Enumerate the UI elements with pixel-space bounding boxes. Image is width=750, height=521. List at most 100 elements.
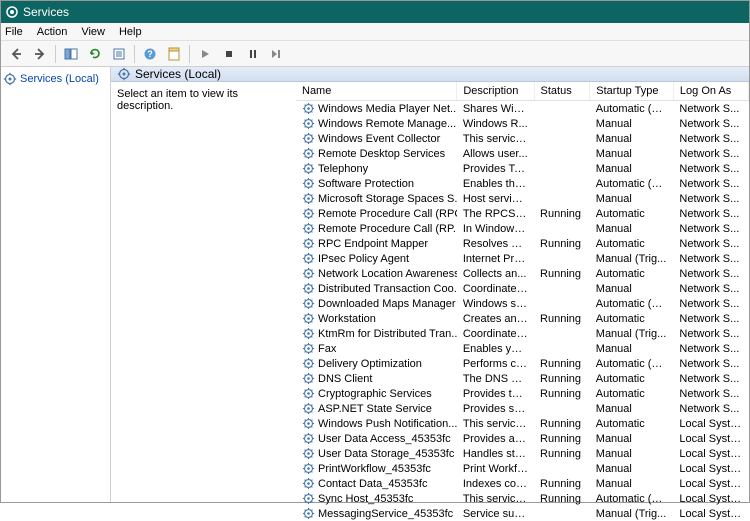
table-row[interactable]: Windows Media Player Net...Shares Win...… [296,101,749,117]
titlebar: Services [1,1,749,23]
menubar: File Action View Help [1,23,749,41]
cell-status: Running [534,206,590,221]
table-row[interactable]: Delivery OptimizationPerforms co...Runni… [296,356,749,371]
cell-status: Running [534,431,590,446]
menu-file[interactable]: File [5,26,23,38]
table-row[interactable]: Windows Push Notification...This service… [296,416,749,431]
service-name: RPC Endpoint Mapper [318,238,428,250]
cell-status [534,326,590,341]
cell-description: Performs co... [457,356,534,371]
table-row[interactable]: Sync Host_45353fcThis service ...Running… [296,491,749,506]
column-status[interactable]: Status [534,82,590,101]
start-service-button[interactable] [194,43,216,65]
table-row[interactable]: Contact Data_45353fcIndexes con...Runnin… [296,476,749,491]
cell-startup: Automatic (D... [590,176,674,191]
table-row[interactable]: RPC Endpoint MapperResolves RP...Running… [296,236,749,251]
table-row[interactable]: Windows Event CollectorThis service ...M… [296,131,749,146]
table-row[interactable]: TelephonyProvides Tel...ManualNetwork S.… [296,161,749,176]
stop-service-button[interactable] [218,43,240,65]
column-startup[interactable]: Startup Type [590,82,674,101]
service-table: Name Description Status Startup Type Log… [296,82,749,521]
cell-startup: Manual [590,161,674,176]
gear-icon [302,312,315,325]
cell-description: Internet Pro... [457,251,534,266]
table-row[interactable]: Network Location AwarenessCollects an...… [296,266,749,281]
table-row[interactable]: Distributed Transaction Coo...Coordinate… [296,281,749,296]
table-row[interactable]: Remote Desktop ServicesAllows user...Man… [296,146,749,161]
cell-logon: Network S... [673,116,748,131]
cell-description: Print Workfl... [457,461,534,476]
cell-description: This service ... [457,491,534,506]
table-row[interactable]: User Data Storage_45353fcHandles sto...R… [296,446,749,461]
service-name: Windows Remote Manage... [318,118,456,130]
table-row[interactable]: WorkstationCreates and...RunningAutomati… [296,311,749,326]
table-row[interactable]: PrintWorkflow_45353fcPrint Workfl...Manu… [296,461,749,476]
table-row[interactable]: Microsoft Storage Spaces S...Host servic… [296,191,749,206]
back-button[interactable] [5,43,27,65]
cell-logon: Network S... [673,221,748,236]
table-row[interactable]: Remote Procedure Call (RP...In Windows..… [296,221,749,236]
cell-status [534,131,590,146]
table-row[interactable]: FaxEnables you...ManualNetwork S... [296,341,749,356]
table-row[interactable]: ASP.NET State ServiceProvides su...Manua… [296,401,749,416]
cell-name: DNS Client [296,371,457,386]
service-name: User Data Storage_45353fc [318,448,454,460]
cell-startup: Manual [590,431,674,446]
cell-startup: Automatic (D... [590,101,674,117]
pause-service-button[interactable] [242,43,264,65]
table-row[interactable]: Remote Procedure Call (RPC)The RPCSS s..… [296,206,749,221]
cell-description: Service sup... [457,506,534,521]
table-row[interactable]: IPsec Policy AgentInternet Pro...Manual … [296,251,749,266]
cell-status [534,176,590,191]
menu-view[interactable]: View [81,26,105,38]
cell-status [534,146,590,161]
cell-logon: Network S... [673,356,748,371]
column-logon[interactable]: Log On As [673,82,748,101]
service-list[interactable]: Name Description Status Startup Type Log… [296,82,749,521]
menu-action[interactable]: Action [37,26,68,38]
cell-logon: Network S... [673,191,748,206]
refresh-button[interactable] [84,43,106,65]
service-name: MessagingService_45353fc [318,508,453,520]
cell-status: Running [534,416,590,431]
cell-name: ASP.NET State Service [296,401,457,416]
nav-item-services-local[interactable]: Services (Local) [3,71,108,87]
properties-button[interactable] [163,43,185,65]
content-header-title: Services (Local) [135,67,221,81]
cell-logon: Local Syste... [673,431,748,446]
cell-description: Host service... [457,191,534,206]
cell-name: MessagingService_45353fc [296,506,457,521]
column-description[interactable]: Description [457,82,534,101]
menu-help[interactable]: Help [119,26,142,38]
restart-service-button[interactable] [266,43,288,65]
cell-logon: Network S... [673,266,748,281]
table-row[interactable]: User Data Access_45353fcProvides ap...Ru… [296,431,749,446]
cell-name: User Data Storage_45353fc [296,446,457,461]
table-row[interactable]: DNS ClientThe DNS Cli...RunningAutomatic… [296,371,749,386]
table-row[interactable]: MessagingService_45353fcService sup...Ma… [296,506,749,521]
cell-description: The RPCSS s... [457,206,534,221]
export-list-button[interactable] [108,43,130,65]
table-row[interactable]: Windows Remote Manage...Windows R...Manu… [296,116,749,131]
forward-button[interactable] [29,43,51,65]
gear-icon [302,147,315,160]
service-name: Fax [318,343,336,355]
cell-startup: Automatic [590,371,674,386]
cell-description: Enables the ... [457,176,534,191]
cell-startup: Manual [590,131,674,146]
cell-status: Running [534,311,590,326]
cell-logon: Network S... [673,386,748,401]
table-row[interactable]: KtmRm for Distributed Tran...Coordinates… [296,326,749,341]
table-row[interactable]: Cryptographic ServicesProvides thr...Run… [296,386,749,401]
column-name[interactable]: Name [296,82,457,101]
cell-startup: Manual (Trig... [590,326,674,341]
cell-logon: Network S... [673,281,748,296]
gear-icon [3,72,17,86]
help-button[interactable]: ? [139,43,161,65]
cell-name: RPC Endpoint Mapper [296,236,457,251]
table-row[interactable]: Downloaded Maps ManagerWindows se...Auto… [296,296,749,311]
cell-startup: Manual [590,476,674,491]
show-hide-tree-button[interactable] [60,43,82,65]
cell-status: Running [534,356,590,371]
table-row[interactable]: Software ProtectionEnables the ...Automa… [296,176,749,191]
